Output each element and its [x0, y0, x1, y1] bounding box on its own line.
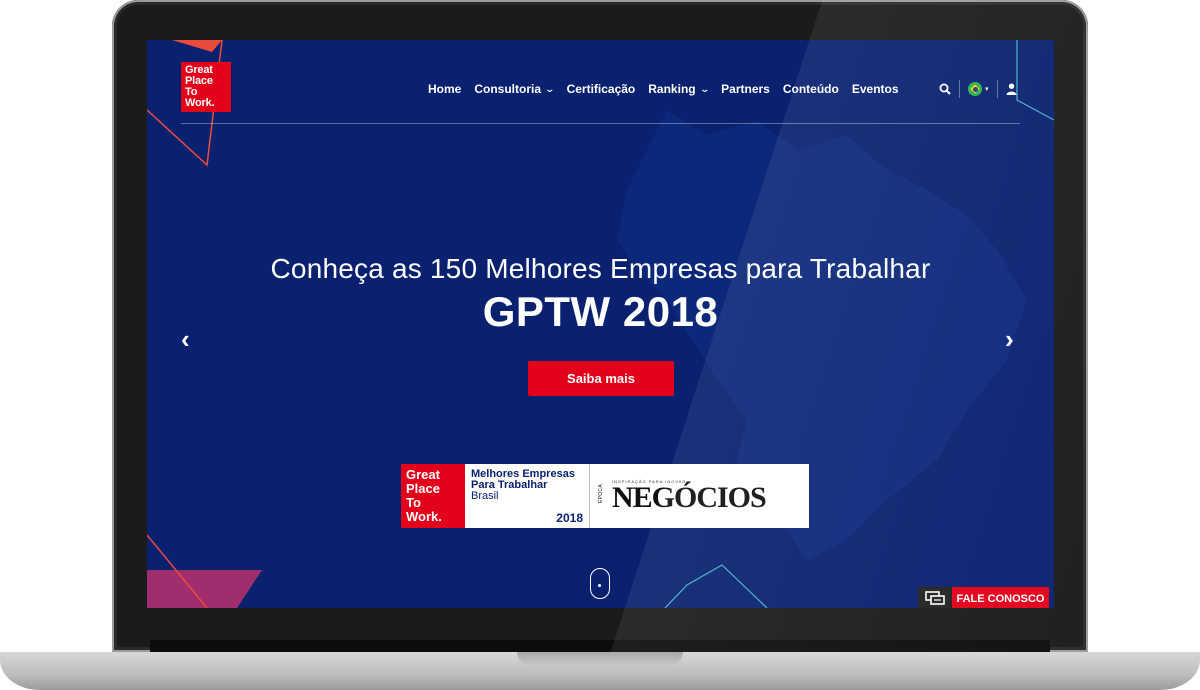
language-selector[interactable]: ▾ — [968, 82, 989, 96]
nav-label: Ranking — [648, 82, 696, 96]
epoca-negocios-logo: ÉPOCA INSPIRAÇÃO PARA INOVAR NEGÓCIOS — [590, 464, 809, 528]
nav-ranking[interactable]: Ranking ⌄ — [648, 82, 710, 96]
nav-label: Consultoria — [474, 82, 542, 96]
deco-line — [1016, 40, 1054, 121]
nav-consultoria[interactable]: Consultoria ⌄ — [474, 82, 556, 96]
magazine-name: NEGÓCIOS — [612, 481, 767, 514]
banner-gptw-logo: Great Place To Work. — [401, 464, 465, 528]
saiba-mais-button[interactable]: Saiba mais — [528, 361, 674, 396]
nav-partners[interactable]: Partners — [721, 82, 770, 96]
banner-year: 2018 — [556, 511, 583, 525]
nav-eventos[interactable]: Eventos — [852, 82, 899, 96]
search-icon[interactable] — [939, 83, 951, 95]
scroll-down-indicator[interactable] — [590, 568, 610, 599]
deco-line — [664, 564, 768, 608]
deco-triangle — [147, 570, 262, 608]
chevron-down-icon: ⌄ — [699, 83, 710, 94]
gptw-logo[interactable]: Great Place To Work. — [181, 62, 231, 112]
nav-label: Conteúdo — [782, 82, 839, 96]
website-screen: Great Place To Work. Home Consultoria ⌄ C… — [147, 40, 1054, 608]
banner-text: Melhores Empresas Para Trabalhar Brasil … — [465, 464, 590, 528]
nav-label: Partners — [721, 82, 770, 96]
user-icon[interactable] — [1006, 83, 1017, 95]
magazine-prefix: ÉPOCA — [598, 484, 604, 504]
chevron-down-icon: ▾ — [985, 86, 989, 93]
chevron-down-icon: ⌄ — [544, 83, 556, 94]
logo-line: Work. — [406, 509, 442, 524]
laptop-notch — [517, 652, 683, 666]
banner-line: Brasil — [471, 490, 499, 502]
hero-subtitle: Conheça as 150 Melhores Empresas para Tr… — [270, 253, 931, 284]
award-banner[interactable]: Great Place To Work. Melhores Empresas P… — [401, 464, 809, 528]
main-nav: Home Consultoria ⌄ Certificação Ranking ⌄ … — [428, 81, 912, 97]
nav-label: Certificação — [566, 82, 636, 96]
chat-label: FALE CONOSCO — [952, 587, 1049, 608]
divider — [996, 80, 998, 98]
logo-line: Place — [406, 481, 440, 496]
nav-home[interactable]: Home — [428, 82, 461, 96]
fale-conosco-chat[interactable]: FALE CONOSCO — [918, 587, 1049, 608]
logo-line: To — [406, 495, 421, 510]
brazil-flag-icon — [968, 82, 982, 96]
logo-line: Great — [406, 467, 440, 482]
hero-title: GPTW 2018 — [482, 288, 719, 335]
nav-conteudo[interactable]: Conteúdo — [783, 82, 839, 96]
divider — [959, 80, 960, 98]
logo-line: Work. — [185, 97, 215, 109]
deco-triangle — [172, 40, 222, 52]
nav-label: Home — [428, 82, 462, 96]
header-divider — [181, 123, 1020, 124]
nav-label: Eventos — [851, 82, 899, 96]
nav-certificacao[interactable]: Certificação — [567, 82, 636, 96]
nav-icons: ▾ — [939, 80, 1017, 98]
chat-icon — [918, 587, 952, 608]
